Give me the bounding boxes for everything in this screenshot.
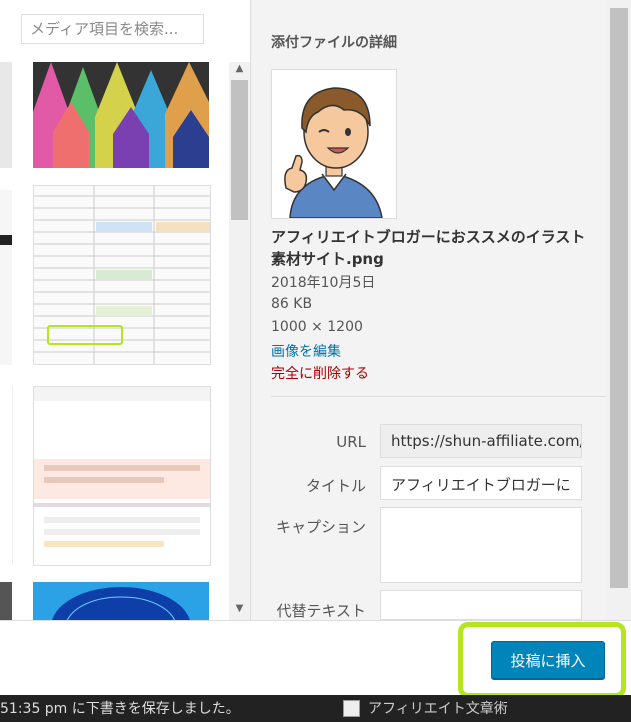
attachment-preview bbox=[271, 69, 397, 219]
background-status-strip: 51:35 pm に下書きを保存しました。 アフィリエイト文章術 bbox=[0, 695, 631, 722]
caption-field[interactable] bbox=[380, 507, 582, 583]
scroll-up-icon[interactable]: ▲ bbox=[229, 62, 250, 76]
partial-thumb-4 bbox=[0, 582, 12, 620]
globe-image bbox=[33, 582, 209, 620]
url-label: URL bbox=[336, 433, 366, 451]
attachment-dimensions: 1000 × 1200 bbox=[271, 319, 363, 335]
domain-image bbox=[34, 387, 210, 547]
attachment-size: 86 KB bbox=[271, 296, 313, 312]
media-library: ▲ ▼ bbox=[0, 0, 250, 620]
edit-image-link[interactable]: 画像を編集 bbox=[271, 341, 341, 361]
insert-into-post-button[interactable]: 投稿に挿入 bbox=[491, 641, 605, 679]
attachment-date: 2018年10月5日 bbox=[271, 275, 376, 291]
library-scrollbar[interactable]: ▲ ▼ bbox=[229, 62, 250, 620]
url-field[interactable]: https://shun-affiliate.com/w bbox=[380, 424, 582, 458]
media-search-input[interactable] bbox=[21, 14, 204, 44]
media-thumb-pencils[interactable] bbox=[33, 62, 209, 168]
partial-thumb-1 bbox=[0, 62, 12, 168]
media-thumb-domain[interactable] bbox=[33, 386, 211, 566]
details-scroll-thumb[interactable] bbox=[610, 8, 628, 588]
alt-text-field[interactable] bbox=[380, 590, 582, 620]
media-thumb-globe[interactable] bbox=[33, 582, 209, 620]
delete-permanently-link[interactable]: 完全に削除する bbox=[271, 363, 369, 383]
pencils-image bbox=[33, 62, 209, 168]
category-label: アフィリエイト文章術 bbox=[368, 701, 508, 717]
media-thumb-table[interactable] bbox=[33, 185, 211, 365]
partial-thumb-2 bbox=[0, 190, 12, 365]
category-checkbox[interactable] bbox=[343, 700, 360, 717]
title-field[interactable]: アフィリエイトブロガーに bbox=[380, 466, 582, 500]
draft-saved-status: 51:35 pm に下書きを保存しました。 bbox=[0, 701, 240, 717]
media-modal: ▲ ▼ 添付ファイルの詳細 bbox=[0, 0, 631, 695]
caption-label: キャプション bbox=[275, 518, 366, 536]
library-scroll-thumb[interactable] bbox=[231, 80, 248, 220]
illustration-image bbox=[272, 70, 396, 219]
details-title: 添付ファイルの詳細 bbox=[271, 35, 397, 51]
attachment-filename: アフィリエイトブロガーにおススメのイラスト素材サイト.png bbox=[271, 228, 586, 268]
details-scrollbar[interactable] bbox=[606, 0, 631, 620]
partial-thumb-3 bbox=[0, 386, 13, 564]
details-divider bbox=[271, 396, 615, 397]
table-image bbox=[34, 186, 210, 364]
alt-text-label: 代替テキスト bbox=[276, 602, 366, 620]
attachment-details: 添付ファイルの詳細 アフィリエイトブロガーにおススメのイラスト素材サイト.png… bbox=[250, 0, 631, 620]
title-label: タイトル bbox=[305, 477, 366, 495]
scroll-down-icon[interactable]: ▼ bbox=[229, 602, 250, 616]
